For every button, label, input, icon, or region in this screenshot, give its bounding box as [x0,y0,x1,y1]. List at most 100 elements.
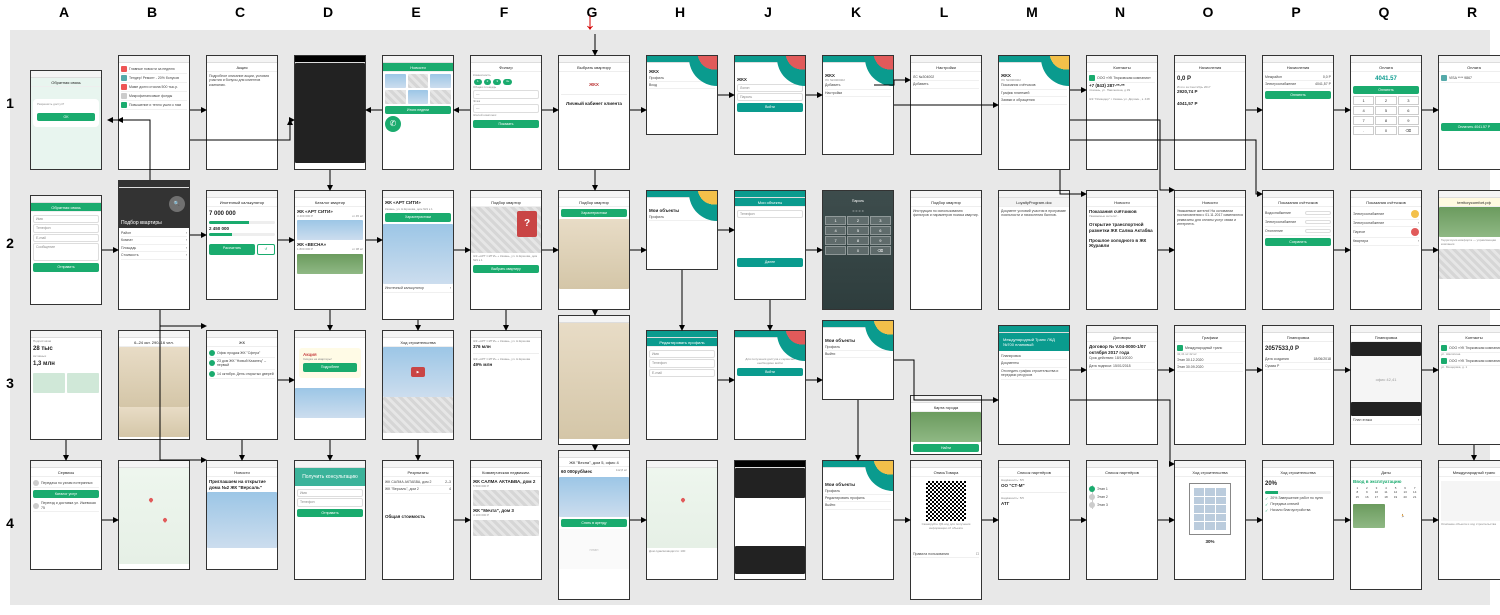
s2[interactable]: Личный кабинет клиента [561,101,627,107]
scr-F1[interactable]: Фильтр Комнатность1234+ Общая площадь— Э… [470,55,542,170]
scr-K1[interactable]: ЖКХ ЛС №3400402 Добавить Настройки [822,55,894,155]
scr-G3[interactable] [558,315,630,445]
scr-A3[interactable]: Подписчиков28 тыс Активных1,3 млн [30,330,102,440]
scr-D4[interactable]: Получить консультацию Имя Телефон Отправ… [294,460,366,580]
rent-button[interactable]: Снять в аренду [561,519,627,527]
scr-P3[interactable]: Планировка 2057533,0 P Дата создания18/0… [1262,325,1334,445]
input[interactable]: E-mail [33,234,99,242]
scr-E4[interactable]: Результаты ЖК САЛМА АКТАБВА, дом 22–3 ЖК… [382,460,454,580]
send-button[interactable]: Отправить [33,263,99,271]
search-icon[interactable]: 🔍 [169,196,185,212]
scr-L3[interactable]: Карта города Найти [910,395,982,455]
input[interactable]: Имя [649,350,715,358]
input[interactable]: E-mail [649,369,715,377]
scr-R3[interactable]: Контакты ООО «УК Тюрковская компания» ул… [1438,325,1500,445]
scr-C3[interactable]: ЖК Офис продаж ЖК "Сфера" 23 дом ЖК "Нов… [206,330,278,440]
scr-E3[interactable]: Ход строительства ▶ [382,330,454,440]
scr-K2[interactable]: Пароль ○ ○ ○ ○ 1234567890⌫ [822,190,894,310]
scr-M3[interactable]: Международный Транс ЛКД №700 плановый Пл… [998,325,1070,445]
r[interactable]: Планировка [1001,353,1067,360]
scr-L4[interactable]: ОписьТовара Сканируйте QR-код для получе… [910,460,982,600]
scr-H2[interactable]: Мои объекты Профиль› [646,190,718,270]
scr-J4[interactable] [734,460,806,580]
scr-M1[interactable]: ЖКХ ЛС №3400402 Показания счётчиков Граф… [998,55,1070,170]
scr-D3[interactable]: Акция Скидка на квартиры! Подробнее [294,330,366,440]
scr-N3[interactable]: Договоры Договор № V.04-0000-1/07 октябр… [1086,325,1158,445]
photo[interactable] [383,224,453,284]
chars-button[interactable]: Характеристики [561,209,627,217]
r[interactable]: Отследить график строительства и передач… [1001,368,1067,380]
login-button[interactable]: Войти [737,368,803,376]
scr-J3[interactable]: Для получения доступа к сервисам необход… [734,330,806,440]
scr-G1[interactable]: Выбрать квартиру ЖКХ Личный кабинет клие… [558,55,630,170]
scr-C4[interactable]: Новости Приглашаем на открытие дома №2 Ж… [206,460,278,570]
video[interactable]: ▶ [383,347,453,397]
calendar[interactable]: 1234567 891011121314 15161718192021 [1353,487,1419,500]
scr-D1[interactable] [294,55,366,170]
scr-E2[interactable]: ЖК «АРТ СИТИ» Казань, ул. Н.Ершова, дом … [382,190,454,320]
pay-button[interactable]: Оплатить [1353,86,1419,94]
login-button[interactable]: Войти [737,103,803,111]
scr-F2[interactable]: Подбор квартир ? ЖК «АРТ СИТИ» + Казань,… [470,190,542,310]
reset-button[interactable]: ↺ [257,244,275,254]
scr-Q4[interactable]: Даты Ввод в эксплуатацию 1234567 8910111… [1350,460,1422,590]
pay-button[interactable]: Оплатить 4041.57 P [1441,123,1500,131]
floorplan[interactable] [735,498,805,546]
scr-Q3[interactable]: Планировка офис 42,41 План этажа› [1350,325,1422,445]
scr-B4[interactable] [118,460,190,570]
calc-button[interactable]: Рассчитать [209,244,255,254]
input[interactable]: Телефон [297,498,363,506]
ok-button[interactable]: OK [37,113,95,121]
scr-B2[interactable]: Подбор квартиры 🔍 Район› Комнат› Площадь… [118,180,190,310]
scr-C1[interactable]: Акция Подробное описание акции, условия … [206,55,278,170]
scr-J2[interactable]: Мои объекты Телефон Далее [734,190,806,300]
scr-B1[interactable]: Главные новости за неделю Тендер! Ремонт… [118,55,190,170]
input[interactable]: Телефон [33,224,99,232]
r[interactable]: ЛС №304002 [913,74,979,81]
scr-N1[interactable]: Контакты ООО «УК Тюрковская компания» +7… [1086,55,1158,170]
pay-button[interactable]: Оплатить [1265,91,1331,99]
save-button[interactable]: Сохранить [1265,238,1331,246]
scr-H1[interactable]: ЖКХ Профиль› Вход› [646,55,718,135]
interior[interactable] [559,219,629,289]
input[interactable]: Имя [33,215,99,223]
plan-svg[interactable]: офис 42,41 [1351,356,1421,402]
scr-H3[interactable]: Редактировать профиль Имя Телефон E-mail [646,330,718,440]
interior-photo[interactable] [119,347,189,407]
password-input[interactable]: Пароль [737,93,803,101]
input[interactable]: Имя [297,489,363,497]
r[interactable]: Выйти [825,351,891,358]
scr-A2[interactable]: Обратная связь Имя Телефон E-mail Сообще… [30,195,102,305]
input[interactable]: Телефон [649,359,715,367]
scr-D2[interactable]: Каталог квартир ЖК «АРТ СИТИ» 3 400 000 … [294,190,366,310]
scr-R2[interactable]: territorycomfort.рф Территория комфорта … [1438,190,1500,310]
keypad[interactable]: 123456789.0⌫ [1353,96,1419,135]
scr-O2[interactable]: Новости Уважаемые жители! На основании п… [1174,190,1246,310]
keypad[interactable]: 1234567890⌫ [825,216,891,255]
r[interactable]: Заявки и обращения [1001,97,1067,104]
scr-A1[interactable]: Обратная связь Разрешить доступ?OK [30,70,102,170]
more-button[interactable]: Итоги недели [385,106,451,114]
scr-R1[interactable]: Оплата VISA **** 9867 Оплатить 4041.57 P [1438,55,1500,170]
scr-G4[interactable]: ЖК "Весна", дом 5, офис 4 60 000руб/мес1… [558,450,630,600]
login-input[interactable]: Логин [737,84,803,92]
scr-L2[interactable]: Подбор квартир Инструкция по использован… [910,190,982,310]
r[interactable]: График платежей [1001,90,1067,97]
scr-N4[interactable]: Список партнёров Этап 1 Этап 2 Этап 3 [1086,460,1158,580]
r[interactable]: Редактировать профиль [825,495,891,502]
r[interactable]: Прошлое холодного в ЖК Журавли [1089,238,1155,249]
scr-P4[interactable]: Ход строительства 20% 20% Завершение раб… [1262,460,1334,580]
map[interactable] [119,468,189,564]
r[interactable]: Открытие транспортной разметки ЖК Салма … [1089,222,1155,233]
scr-M2[interactable]: LoyaltyProgram.doc Документ условий учас… [998,190,1070,310]
scr-P1[interactable]: Начисления Межрайон0,0 Р Электроснабжени… [1262,55,1334,170]
scr-L1[interactable]: Настройки ЛС №304002 Добавить [910,55,982,155]
r[interactable]: Добавить [913,81,979,88]
r[interactable]: Настройки [825,90,891,97]
call-icon[interactable]: ✆ [385,116,401,132]
floorplan[interactable] [1441,481,1500,521]
card-row[interactable]: VISA **** 9867 [1441,74,1500,83]
scr-Q2[interactable]: Показания счётчиков Электроснабжение Эле… [1350,190,1422,310]
scr-O1[interactable]: Начисления 0,0 Р Итого за Сентябрь 2017 … [1174,55,1246,170]
more-button[interactable]: Подробнее [303,363,357,371]
